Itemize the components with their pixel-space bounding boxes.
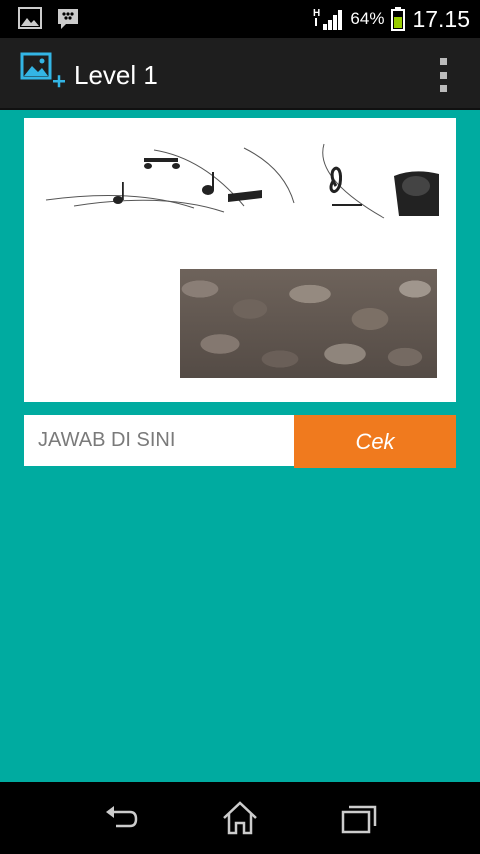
back-icon[interactable] [102, 800, 140, 836]
check-answer-button[interactable]: Cek [294, 415, 456, 468]
bbm-notification-icon [58, 9, 78, 29]
gallery-notification-icon [18, 7, 42, 29]
page-title: Level 1 [74, 60, 158, 90]
battery-icon [391, 7, 406, 31]
signal-icon: H [313, 8, 343, 30]
rocks-image [180, 269, 437, 378]
check-answer-label: Cek [355, 428, 395, 454]
clock: 17.15 [412, 5, 470, 32]
recent-apps-icon[interactable] [340, 800, 378, 836]
music-notes-image [45, 143, 439, 219]
overflow-menu-icon[interactable] [436, 58, 450, 92]
battery-percent: 64% [350, 9, 385, 28]
network-type-label: H [313, 8, 320, 19]
notification-icons [18, 7, 80, 31]
navigation-bar [0, 782, 480, 854]
status-bar: H 64% 17.15 [0, 0, 480, 38]
puzzle-image-card [24, 118, 456, 402]
home-icon[interactable] [221, 800, 259, 836]
add-image-icon[interactable] [20, 52, 66, 94]
answer-input[interactable] [24, 415, 294, 466]
action-bar: Level 1 [0, 38, 480, 110]
